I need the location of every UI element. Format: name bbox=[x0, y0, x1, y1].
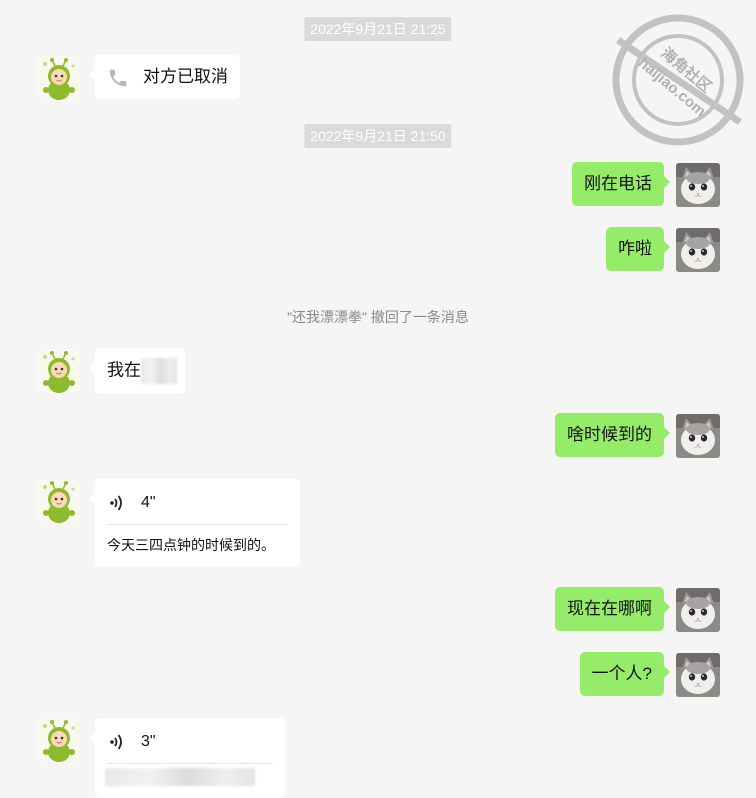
voice-duration: 3" bbox=[141, 733, 156, 750]
message-text: 啥时候到的 bbox=[567, 425, 652, 444]
message-text: 现在在哪啊 bbox=[567, 599, 652, 618]
avatar[interactable] bbox=[676, 414, 720, 458]
message-text: 我在 bbox=[107, 360, 141, 380]
cat-avatar-icon bbox=[676, 653, 720, 697]
timestamp: 2022年9月21日 21:25 bbox=[304, 17, 452, 41]
divider bbox=[107, 524, 288, 525]
voice-icon bbox=[109, 493, 125, 513]
recall-notice: "还我漂漂拳" 撤回了一条消息 bbox=[287, 309, 469, 325]
phone-icon bbox=[109, 69, 127, 86]
cat-avatar-icon bbox=[676, 228, 720, 272]
avatar[interactable] bbox=[37, 718, 81, 762]
message-bubble[interactable]: 对方已取消 bbox=[89, 55, 240, 99]
divider bbox=[107, 763, 273, 764]
message-bubble[interactable]: 咋啦 bbox=[606, 227, 670, 271]
avatar[interactable] bbox=[37, 56, 81, 100]
watermark-logo-icon: 海角社区 haijiao.com bbox=[612, 14, 744, 146]
voice-transcript: 今天三四点钟的时候到的。 bbox=[107, 537, 275, 553]
message-bubble[interactable]: 刚在电话 bbox=[572, 162, 670, 206]
avatar[interactable] bbox=[676, 228, 720, 272]
avatar[interactable] bbox=[37, 349, 81, 393]
watermark: 海角社区 haijiao.com bbox=[600, 2, 756, 158]
message-bubble[interactable]: 一个人? bbox=[579, 652, 671, 696]
redacted-text bbox=[141, 358, 177, 384]
alien-avatar-icon bbox=[37, 479, 81, 523]
cat-avatar-icon bbox=[676, 414, 720, 458]
message-text: 刚在电话 bbox=[584, 174, 652, 193]
message-bubble[interactable]: 我在 bbox=[89, 348, 185, 394]
alien-avatar-icon bbox=[37, 56, 81, 100]
avatar[interactable] bbox=[676, 653, 720, 697]
message-text: 一个人? bbox=[591, 664, 652, 683]
voice-message[interactable]: 3" bbox=[89, 718, 285, 798]
message-text: 对方已取消 bbox=[143, 67, 228, 86]
cat-avatar-icon bbox=[676, 588, 720, 632]
alien-avatar-icon bbox=[37, 349, 81, 393]
alien-avatar-icon bbox=[37, 718, 81, 762]
voice-icon bbox=[109, 732, 125, 752]
voice-message[interactable]: 4" 今天三四点钟的时候到的。 bbox=[89, 479, 300, 567]
timestamp: 2022年9月21日 21:50 bbox=[304, 124, 452, 148]
avatar[interactable] bbox=[676, 163, 720, 207]
message-bubble[interactable]: 啥时候到的 bbox=[555, 413, 670, 457]
redacted-text bbox=[105, 768, 255, 786]
avatar[interactable] bbox=[676, 588, 720, 632]
message-text: 咋啦 bbox=[618, 239, 652, 258]
cat-avatar-icon bbox=[676, 163, 720, 207]
message-bubble[interactable]: 现在在哪啊 bbox=[555, 587, 670, 631]
avatar[interactable] bbox=[37, 479, 81, 523]
voice-duration: 4" bbox=[141, 494, 156, 511]
